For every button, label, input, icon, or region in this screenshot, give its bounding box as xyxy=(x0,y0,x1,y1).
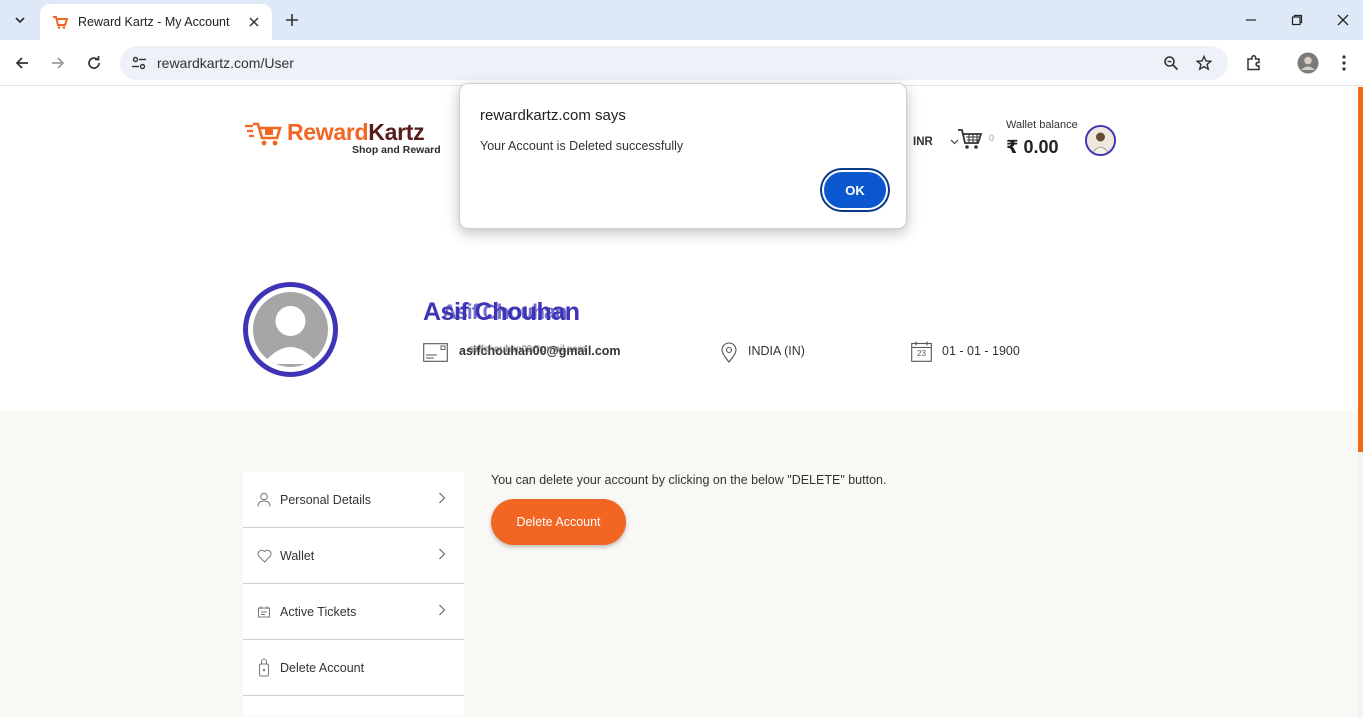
logo-cart-icon xyxy=(245,122,282,146)
plus-icon xyxy=(286,14,298,26)
profile-avatar xyxy=(243,282,338,377)
address-bar[interactable]: rewardkartz.com/User xyxy=(120,46,1228,80)
new-tab-button[interactable] xyxy=(280,8,304,32)
page-scrollbar[interactable] xyxy=(1358,87,1363,717)
chevron-right-icon xyxy=(439,604,446,616)
profile-country: INDIA (IN) xyxy=(748,344,805,358)
user-avatar-icon xyxy=(1297,52,1319,74)
alert-dialog: rewardkartz.com says Your Account is Del… xyxy=(459,83,907,229)
logo-text: RewardKartz xyxy=(287,119,425,146)
puzzle-icon xyxy=(1247,54,1260,71)
chevron-right-icon xyxy=(439,548,446,560)
restore-icon xyxy=(1291,14,1303,26)
ok-button[interactable]: OK xyxy=(822,170,888,210)
menu-item-label: Personal Details xyxy=(280,492,372,507)
restore-button[interactable] xyxy=(1274,0,1320,40)
menu-item-label: Delete Account xyxy=(280,660,365,675)
dialog-title: rewardkartz.com says xyxy=(480,107,626,124)
logo-secondary: Kartz xyxy=(368,119,425,145)
delete-instruction: You can delete your account by clicking … xyxy=(491,473,887,487)
tab-search-button[interactable] xyxy=(6,6,34,34)
favicon-icon xyxy=(52,14,68,30)
profile-name-overlap: Asif Chouhan xyxy=(442,301,567,324)
minimize-button[interactable] xyxy=(1228,0,1274,40)
profile-dob: 01 - 01 - 1900 xyxy=(942,344,1020,358)
heart-icon xyxy=(256,548,272,564)
more-vertical-icon xyxy=(1342,55,1346,71)
browser-toolbar: rewardkartz.com/User xyxy=(0,40,1363,86)
close-tab-icon[interactable] xyxy=(246,14,262,30)
tab-title: Reward Kartz - My Account xyxy=(78,15,230,29)
calendar-icon: 23 xyxy=(911,341,932,362)
menu-item-more[interactable] xyxy=(243,696,464,716)
forward-arrow-icon xyxy=(52,57,65,69)
site-logo[interactable]: RewardKartz Shop and Reward xyxy=(245,117,441,161)
zoom-icon[interactable] xyxy=(1157,49,1185,77)
lock-icon xyxy=(256,658,272,677)
account-section: Personal Details Wallet Active Tickets D… xyxy=(0,411,1358,717)
wallet-amount: ₹ 0.00 xyxy=(1006,137,1059,157)
back-arrow-icon xyxy=(15,57,28,69)
user-avatar[interactable] xyxy=(1085,125,1116,156)
menu-item-delete-account[interactable]: Delete Account xyxy=(243,640,464,696)
ticket-icon xyxy=(256,604,272,620)
account-menu: Personal Details Wallet Active Tickets D… xyxy=(243,472,464,716)
email-icon xyxy=(423,343,448,362)
reload-button[interactable] xyxy=(80,49,108,77)
browser-menu-button[interactable] xyxy=(1330,49,1358,77)
profile-email-overlap: asifchouhan00@gmail.com xyxy=(468,344,586,355)
location-pin-icon xyxy=(721,342,737,363)
extensions-button[interactable] xyxy=(1240,49,1268,77)
cart-icon[interactable] xyxy=(957,127,983,151)
logo-primary: Reward xyxy=(287,119,369,145)
menu-item-label: Active Tickets xyxy=(280,604,357,619)
menu-item-active-tickets[interactable]: Active Tickets xyxy=(243,584,464,640)
delete-account-button[interactable]: Delete Account xyxy=(491,499,626,545)
currency-selector[interactable]: INR xyxy=(913,136,933,148)
browser-tab[interactable]: Reward Kartz - My Account xyxy=(40,4,272,40)
menu-item-label: Wallet xyxy=(280,548,315,563)
avatar-photo xyxy=(1087,127,1114,154)
profile-button[interactable] xyxy=(1294,49,1322,77)
back-button[interactable] xyxy=(8,49,36,77)
tab-strip: Reward Kartz - My Account xyxy=(0,0,1363,40)
default-user-icon xyxy=(253,292,328,367)
site-settings-icon[interactable] xyxy=(130,54,148,72)
chevron-right-icon xyxy=(439,492,446,504)
reload-icon xyxy=(88,56,100,69)
minimize-icon xyxy=(1246,19,1256,21)
menu-item-wallet[interactable]: Wallet xyxy=(243,528,464,584)
calendar-day: 23 xyxy=(917,349,926,358)
logo-tagline: Shop and Reward xyxy=(352,144,441,156)
dialog-message: Your Account is Deleted successfully xyxy=(480,139,684,153)
url-text: rewardkartz.com/User xyxy=(157,55,294,71)
close-window-button[interactable] xyxy=(1320,0,1363,40)
person-icon xyxy=(256,492,272,508)
forward-button[interactable] xyxy=(44,49,72,77)
bookmark-star-icon[interactable] xyxy=(1190,49,1218,77)
chevron-down-icon xyxy=(15,17,25,24)
scrollbar-thumb[interactable] xyxy=(1358,87,1363,452)
menu-item-personal-details[interactable]: Personal Details xyxy=(243,472,464,528)
close-icon xyxy=(1337,14,1349,26)
wallet-label: Wallet balance xyxy=(1006,119,1078,131)
cart-count: 0 xyxy=(989,133,995,143)
